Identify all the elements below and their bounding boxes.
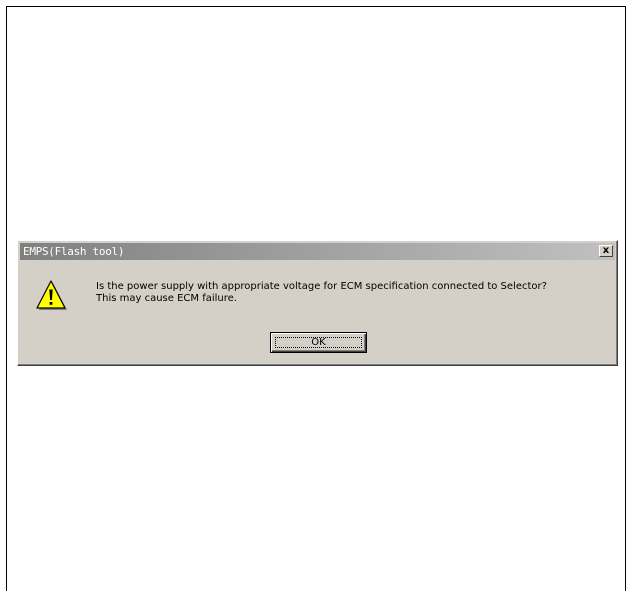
message-line-1: Is the power supply with appropriate vol…: [96, 281, 547, 292]
dialog-title: EMPS(Flash tool): [23, 245, 125, 258]
page: EMPS(Flash tool) x Is the power supply w…: [0, 0, 631, 591]
message-dialog: EMPS(Flash tool) x Is the power supply w…: [17, 240, 618, 366]
warning-icon: [34, 280, 68, 312]
dialog-message: Is the power supply with appropriate vol…: [96, 281, 547, 305]
dialog-titlebar[interactable]: EMPS(Flash tool) x: [20, 243, 615, 260]
close-icon: x: [602, 245, 610, 256]
ok-button[interactable]: OK: [270, 332, 367, 353]
message-line-2: This may cause ECM failure.: [96, 293, 237, 304]
close-button[interactable]: x: [599, 245, 613, 257]
ok-button-label: OK: [311, 337, 326, 348]
